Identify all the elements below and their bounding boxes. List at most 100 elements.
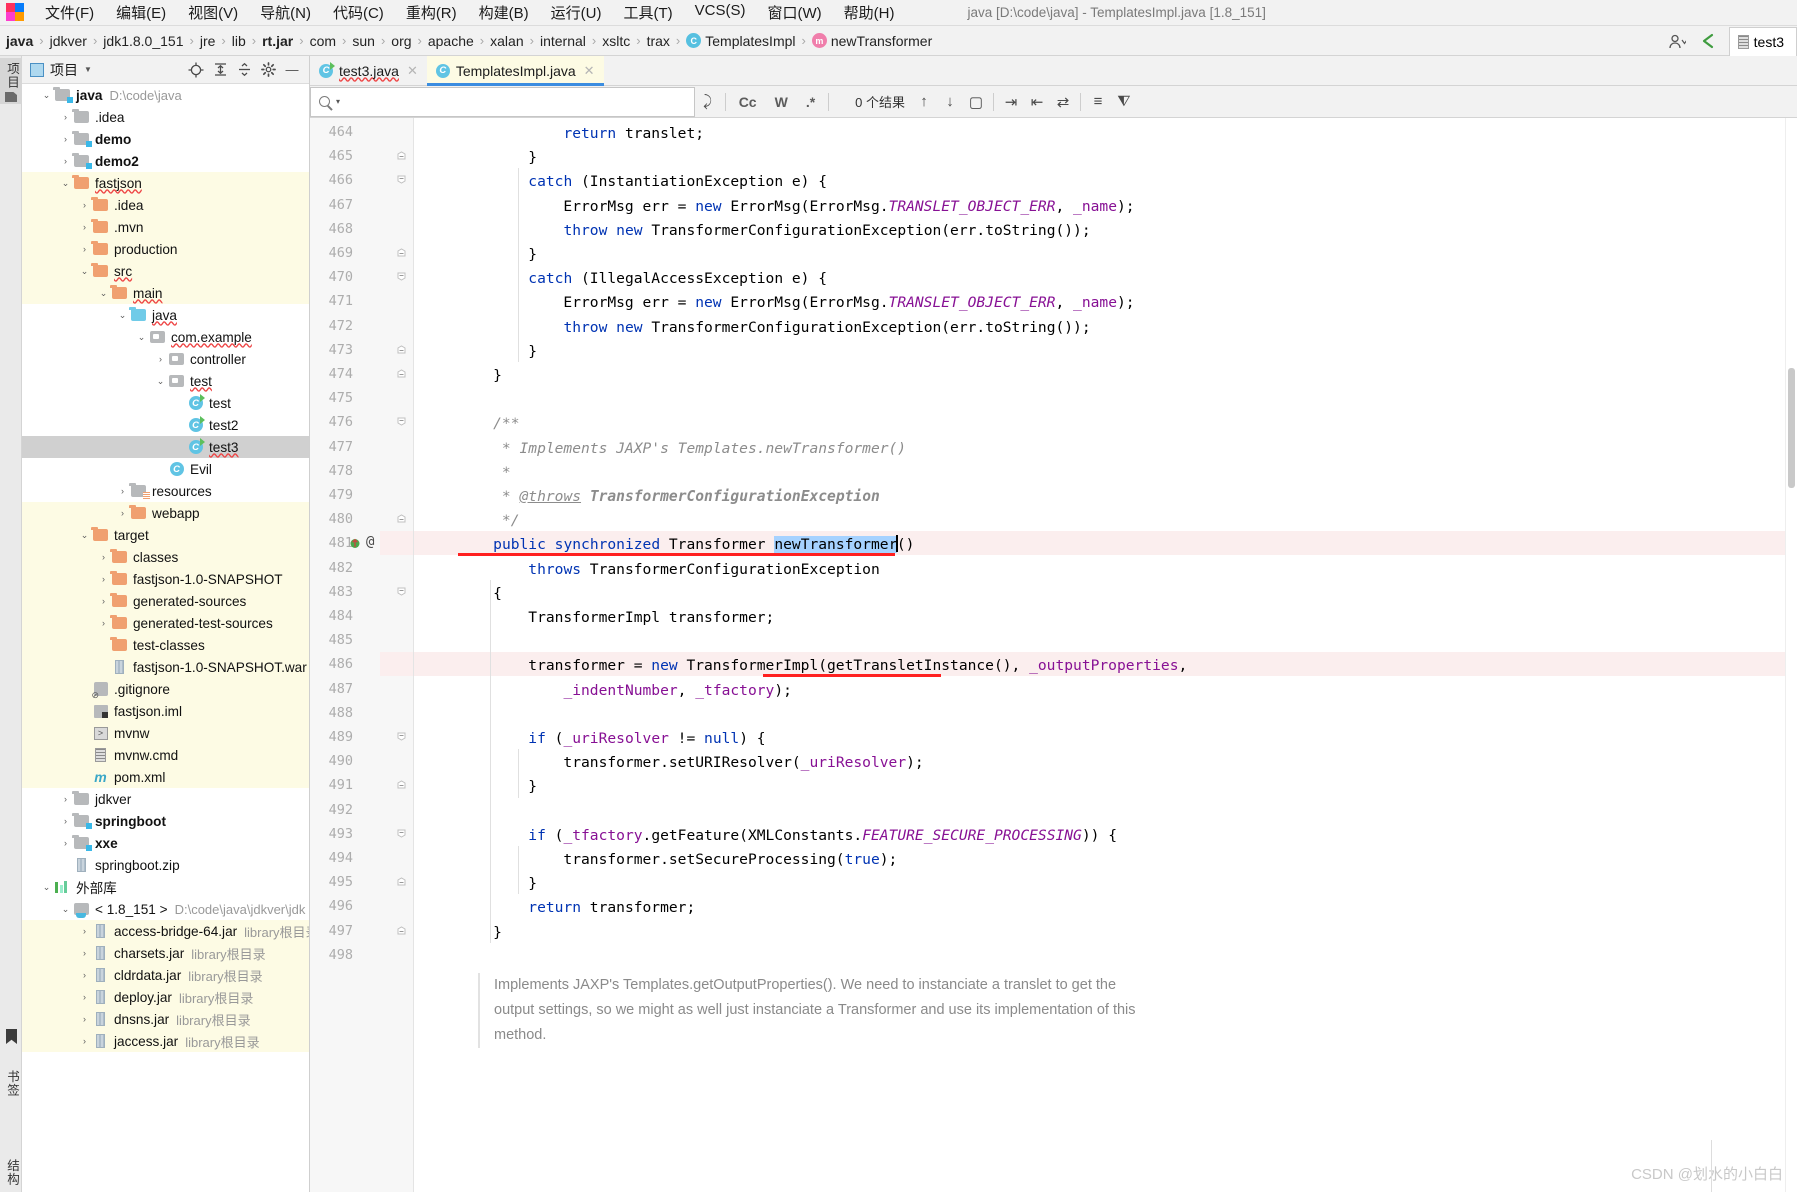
breadcrumb-item-templatesimpl[interactable]: C TemplatesImpl [686, 33, 796, 49]
code-line[interactable]: } [458, 243, 537, 267]
chevron-down-icon[interactable]: ⌄ [116, 310, 129, 321]
code-line[interactable]: * Implements JAXP's Templates.newTransfo… [458, 437, 906, 461]
chevron-right-icon[interactable]: › [97, 552, 110, 562]
chevron-right-icon[interactable]: › [97, 574, 110, 584]
chevron-right-icon[interactable]: › [59, 794, 72, 804]
menu-item-4[interactable]: 代码(C) [322, 0, 395, 25]
collapse-all-icon[interactable] [233, 59, 255, 81]
chevron-right-icon[interactable]: › [78, 222, 91, 232]
code-fold-icon[interactable] [396, 877, 407, 888]
chevron-down-icon[interactable]: ⌄ [40, 882, 53, 893]
tool-window-label-structure[interactable]: 结构 [3, 1159, 22, 1186]
code-fold-icon[interactable] [396, 417, 407, 428]
chevron-down-icon[interactable]: ⌄ [59, 178, 72, 189]
find-input[interactable] [346, 93, 686, 110]
code-line[interactable]: TransformerImpl transformer; [458, 606, 774, 630]
code-line[interactable]: if (_tfactory.getFeature(XMLConstants.FE… [458, 824, 1117, 848]
menu-item-11[interactable]: 帮助(H) [833, 0, 906, 25]
code-line[interactable]: { [458, 582, 502, 606]
editor-tab-templatesimpl-java[interactable]: C TemplatesImpl.java ✕ [426, 56, 604, 86]
in-selection-icon[interactable]: ⇥ [998, 87, 1024, 117]
chevron-right-icon[interactable]: › [78, 1036, 91, 1046]
menu-item-9[interactable]: VCS(S) [684, 0, 757, 25]
tree-node-production[interactable]: › production [22, 238, 309, 260]
tree-node-mvnw[interactable]: ·> mvnw [22, 722, 309, 744]
tree-node-deploy-jar[interactable]: › deploy.jar library根目录 [22, 986, 309, 1008]
chevron-right-icon[interactable]: › [78, 244, 91, 254]
chevron-down-icon[interactable]: ⌄ [40, 90, 53, 101]
breadcrumb-item-xalan[interactable]: xalan [490, 33, 523, 49]
chevron-down-icon[interactable]: ▼ [84, 65, 92, 74]
menu-item-0[interactable]: 文件(F) [34, 0, 105, 25]
code-fold-icon[interactable] [396, 151, 407, 162]
tree-node-controller[interactable]: › controller [22, 348, 309, 370]
code-line[interactable]: transformer.setSecureProcessing(true); [458, 848, 897, 872]
tree-node-access-bridge-64-jar[interactable]: › access-bridge-64.jar library根目录 [22, 920, 309, 942]
code-line[interactable]: return translet; [458, 122, 704, 146]
tree-node-jaccess-jar[interactable]: › jaccess.jar library根目录 [22, 1030, 309, 1052]
editor-right-margin[interactable] [1785, 118, 1797, 1192]
menu-item-7[interactable]: 运行(U) [540, 0, 613, 25]
chevron-right-icon[interactable]: › [59, 816, 72, 826]
tree-node-demo[interactable]: › demo [22, 128, 309, 150]
chevron-right-icon[interactable]: › [116, 486, 129, 496]
chevron-right-icon[interactable]: › [116, 508, 129, 518]
chevron-right-icon[interactable]: › [59, 156, 72, 166]
code-fold-icon[interactable] [396, 926, 407, 937]
chevron-right-icon[interactable]: › [78, 970, 91, 980]
chevron-right-icon[interactable]: › [154, 354, 167, 364]
find-input-wrapper[interactable]: ▾ [310, 86, 695, 117]
tree-node-demo2[interactable]: › demo2 [22, 150, 309, 172]
chevron-right-icon[interactable]: › [59, 134, 72, 144]
menu-item-10[interactable]: 窗口(W) [756, 0, 832, 25]
code-line[interactable]: ErrorMsg err = new ErrorMsg(ErrorMsg.TRA… [458, 195, 1134, 219]
code-fold-icon[interactable] [396, 780, 407, 791]
code-fold-icon[interactable] [396, 345, 407, 356]
tree-node-springboot-zip[interactable]: · springboot.zip [22, 854, 309, 876]
code-line[interactable]: * [458, 461, 511, 485]
hide-panel-icon[interactable]: — [281, 59, 303, 81]
menu-item-5[interactable]: 重构(R) [395, 0, 468, 25]
breadcrumb-item-sun[interactable]: sun [352, 33, 375, 49]
tree-node-springboot[interactable]: › springboot [22, 810, 309, 832]
tree-node-generated-sources[interactable]: › generated-sources [22, 590, 309, 612]
tree-node----[interactable]: ⌄ 外部库 [22, 876, 309, 898]
regex-toggle[interactable]: .* [797, 94, 824, 110]
tree-node-fastjson-1-0-snapshot[interactable]: › fastjson-1.0-SNAPSHOT [22, 568, 309, 590]
tree-node-java[interactable]: ⌄ java D:\code\java [22, 84, 309, 106]
chevron-down-icon[interactable]: ⌄ [135, 332, 148, 343]
code-line[interactable]: catch (IllegalAccessException e) { [458, 267, 827, 291]
tree-node-pom-xml[interactable]: ·m pom.xml [22, 766, 309, 788]
chevron-down-icon[interactable]: ⌄ [78, 266, 91, 277]
tree-node-xxe[interactable]: › xxe [22, 832, 309, 854]
code-line[interactable]: throw new TransformerConfigurationExcept… [458, 219, 1090, 243]
tree-node--mvn[interactable]: › .mvn [22, 216, 309, 238]
code-line[interactable]: */ [458, 509, 520, 533]
scrollbar-thumb[interactable] [1788, 368, 1795, 488]
tree-node-resources[interactable]: › resources [22, 480, 309, 502]
chevron-right-icon[interactable]: › [97, 618, 110, 628]
filter-options-icon[interactable]: ≡ [1085, 87, 1111, 117]
close-icon[interactable]: ✕ [407, 63, 418, 79]
tree-node-fastjson-1-0-snapshot-war[interactable]: · fastjson-1.0-SNAPSHOT.war [22, 656, 309, 678]
tree-node--idea[interactable]: › .idea [22, 106, 309, 128]
code-line[interactable]: _indentNumber, _tfactory); [458, 679, 791, 703]
code-line[interactable]: catch (InstantiationException e) { [458, 170, 827, 194]
code-fold-icon[interactable] [396, 587, 407, 598]
breadcrumb-item-apache[interactable]: apache [428, 33, 474, 49]
regex-history-icon[interactable]: ⤸ [695, 87, 721, 117]
breadcrumb-item-lib[interactable]: lib [232, 33, 246, 49]
menu-item-2[interactable]: 视图(V) [177, 0, 249, 25]
select-all-occurrences-icon[interactable]: ▢ [963, 87, 989, 117]
words-toggle[interactable]: W [766, 94, 797, 110]
chevron-right-icon[interactable]: › [78, 948, 91, 958]
code-fold-icon[interactable] [396, 514, 407, 525]
find-previous-icon[interactable]: ↑ [911, 87, 937, 117]
search-history-chevron-icon[interactable]: ▾ [336, 97, 340, 106]
code-line[interactable]: throws TransformerConfigurationException [458, 558, 879, 582]
tree-node-test2[interactable]: ·Ctest2 [22, 414, 309, 436]
chevron-down-icon[interactable]: ⌄ [78, 530, 91, 541]
breadcrumb-item-org[interactable]: org [391, 33, 411, 49]
breadcrumb-item-rt-jar[interactable]: rt.jar [262, 33, 293, 49]
tree-node-jdkver[interactable]: › jdkver [22, 788, 309, 810]
